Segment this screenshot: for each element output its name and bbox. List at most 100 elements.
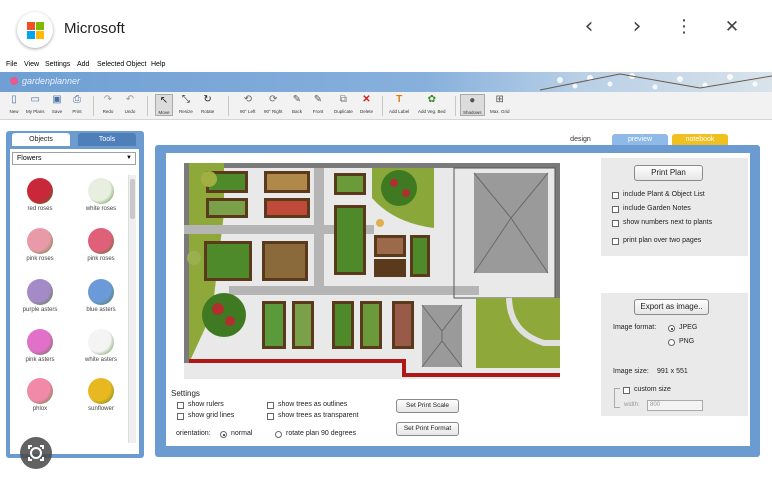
orientation-normal-label: normal	[231, 430, 253, 437]
menu-add[interactable]: Add	[77, 61, 89, 68]
path-bottom	[229, 286, 479, 295]
two-pages-label: print plan over two pages	[623, 237, 702, 244]
more-options-icon[interactable]: ⋮	[673, 16, 695, 40]
rotate-right-button[interactable]: ⟳ 90° Right	[264, 94, 283, 114]
close-icon[interactable]: ✕	[721, 16, 743, 40]
delete-icon: ✕	[362, 94, 371, 105]
include-garden-notes-label: include Garden Notes	[623, 205, 691, 212]
plant-item[interactable]: purple asters	[13, 279, 67, 313]
tab-tools[interactable]: Tools	[78, 133, 136, 146]
plant-item[interactable]: red roses	[13, 178, 67, 212]
menu-view[interactable]: View	[24, 61, 39, 68]
add-label-button[interactable]: T Add Label	[389, 94, 409, 114]
menu-file[interactable]: File	[6, 61, 17, 68]
print-button[interactable]: ⎙ Print	[71, 94, 83, 114]
pen-front-icon: ✎	[313, 94, 323, 105]
plant-label: pink roses	[26, 256, 54, 262]
width-label: width:	[624, 402, 640, 408]
microsoft-logo-icon	[17, 12, 53, 48]
shadows-button[interactable]: ● Shadows	[460, 94, 485, 116]
object-list-scrollbar[interactable]	[128, 175, 136, 443]
my-plans-button[interactable]: ▭ My Plans	[26, 94, 45, 114]
grid-icon: ⊞	[495, 94, 504, 105]
plant-item[interactable]: white roses	[74, 178, 128, 212]
chevron-down-icon: ▼	[126, 155, 132, 161]
rotate-right-icon: ⟳	[269, 94, 278, 105]
plant-label: red roses	[27, 206, 53, 212]
toolbar-divider	[228, 96, 229, 116]
plant-label: sunflower	[88, 406, 114, 412]
delete-button[interactable]: ✕ Delete	[360, 94, 373, 114]
rotate-left-icon: ⟲	[243, 94, 252, 105]
show-grid-lines-checkbox[interactable]	[177, 413, 184, 420]
add-veg-bed-button[interactable]: ✿ Add Veg. Bed	[418, 94, 446, 114]
format-png-radio[interactable]	[668, 339, 675, 346]
include-garden-notes-checkbox[interactable]	[612, 206, 619, 213]
trees-transparent-label: show trees as transparent	[278, 412, 359, 419]
two-pages-checkbox[interactable]	[612, 238, 619, 245]
category-select[interactable]: Flowers ▼	[12, 152, 136, 165]
resize-button[interactable]: ⤡ Resize	[179, 94, 193, 114]
export-image-button[interactable]: Export as image..	[634, 299, 709, 315]
folder-icon: ▭	[30, 94, 40, 105]
category-value: Flowers	[17, 155, 42, 162]
blossom-branch-decoration	[539, 73, 772, 91]
custom-size-bracket	[614, 388, 620, 408]
plant-item[interactable]: white asters	[74, 329, 128, 363]
include-plant-list-label: include Plant & Object List	[623, 191, 705, 198]
undo-button[interactable]: ↶ Undo	[124, 94, 136, 114]
garden-planner-logo-icon	[10, 77, 18, 85]
forward-icon[interactable]: ›	[626, 16, 648, 40]
duplicate-button[interactable]: ⧉ Duplicate	[334, 94, 353, 114]
rotate-button[interactable]: ↻ Rotate	[201, 94, 214, 114]
plant-item[interactable]: pink roses	[74, 228, 128, 262]
custom-size-checkbox[interactable]	[623, 387, 630, 394]
undo-icon: ↶	[125, 94, 135, 105]
trees-transparent-checkbox[interactable]	[267, 413, 274, 420]
set-print-scale-button[interactable]: Set Print Scale	[396, 399, 459, 413]
new-button[interactable]: ▯ New	[8, 94, 20, 114]
top-wall	[184, 163, 560, 168]
menu-bar: File View Settings Add Selected Object H…	[0, 60, 772, 72]
menu-settings[interactable]: Settings	[45, 61, 70, 68]
menu-help[interactable]: Help	[151, 61, 165, 68]
plant-item[interactable]: blue asters	[74, 279, 128, 313]
show-numbers-checkbox[interactable]	[612, 220, 619, 227]
plant-item[interactable]: phlox	[13, 378, 67, 412]
width-input[interactable]: 800	[647, 400, 703, 411]
redo-icon: ↷	[103, 94, 113, 105]
plant-item[interactable]: pink roses	[13, 228, 67, 262]
print-plan-button[interactable]: Print Plan	[634, 165, 703, 181]
max-grid-button[interactable]: ⊞ Max. Grid	[490, 94, 510, 114]
plant-label: pink asters	[25, 357, 55, 363]
plant-item[interactable]: sunflower	[74, 378, 128, 412]
set-print-format-button[interactable]: Set Print Format	[396, 422, 459, 436]
move-button[interactable]: ↖ Move	[155, 94, 173, 116]
trees-outlines-checkbox[interactable]	[267, 402, 274, 409]
orientation-normal-radio[interactable]	[220, 431, 227, 438]
plant-label: white roses	[85, 206, 117, 212]
include-plant-list-checkbox[interactable]	[612, 192, 619, 199]
back-layer-button[interactable]: ✎ Back	[291, 94, 303, 114]
menu-selected-object[interactable]: Selected Object	[97, 61, 146, 68]
plant-label: pink roses	[87, 256, 115, 262]
image-size-value: 991 x 551	[657, 368, 688, 375]
lens-button[interactable]	[20, 437, 52, 469]
redo-button[interactable]: ↷ Redo	[102, 94, 114, 114]
format-jpeg-radio[interactable]	[668, 325, 675, 332]
duplicate-icon: ⧉	[339, 94, 347, 105]
show-rulers-checkbox[interactable]	[177, 402, 184, 409]
garden-ornament	[376, 219, 384, 227]
rotate-icon: ↻	[203, 94, 212, 105]
garden-plan	[184, 163, 560, 379]
plant-item[interactable]: pink asters	[13, 329, 67, 363]
rotate-left-button[interactable]: ⟲ 90° Left	[240, 94, 256, 114]
tab-objects[interactable]: Objects	[12, 133, 70, 146]
plant-icon	[88, 378, 114, 404]
back-icon[interactable]: ‹	[578, 16, 600, 40]
save-button[interactable]: ▣ Save	[51, 94, 63, 114]
front-layer-button[interactable]: ✎ Front	[312, 94, 324, 114]
orientation-rotate-radio[interactable]	[275, 431, 282, 438]
image-size-label: Image size:	[613, 368, 649, 375]
scrollbar-thumb[interactable]	[130, 179, 135, 219]
